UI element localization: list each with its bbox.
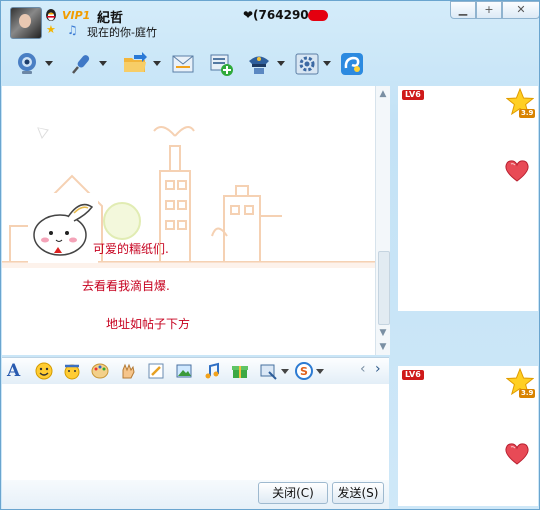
message-history-scrollbar[interactable]: ▲ ▼ ▼ [375, 86, 390, 355]
send-button[interactable]: 发送(S) [332, 482, 384, 504]
doodle-button[interactable] [91, 362, 109, 380]
nudge-button[interactable] [119, 362, 137, 380]
qq-penguin-icon [46, 9, 56, 21]
level-number: 3.9 [519, 389, 536, 398]
mail-icon [172, 55, 194, 73]
chat-message: 地址如帖子下方 [106, 317, 191, 331]
voice-call-button[interactable] [68, 51, 94, 77]
chevron-down-icon[interactable] [277, 61, 285, 66]
video-call-button[interactable] [14, 51, 40, 77]
action-bar: 关闭(C) 发送(S) [2, 480, 389, 509]
chevron-down-icon[interactable] [45, 61, 53, 66]
redaction-mark [308, 10, 328, 21]
chevron-left-icon[interactable]: ‹ [360, 361, 366, 377]
level-badge: LV6 [402, 370, 424, 380]
music-icon [205, 362, 219, 379]
hand-icon [122, 363, 135, 379]
magic-face-icon [64, 364, 80, 380]
main-toolbar [1, 45, 539, 89]
app-plus-icon [210, 54, 233, 76]
pencil-icon [148, 363, 164, 379]
scrollbar-thumb[interactable] [378, 251, 390, 325]
app-button[interactable] [208, 51, 234, 77]
close-button[interactable]: 关闭(C) [258, 482, 328, 504]
police-hat-icon [249, 56, 269, 74]
format-toolbar: A S ‹ › [2, 357, 389, 385]
emoji-button[interactable] [35, 362, 53, 380]
settings-button[interactable] [294, 51, 320, 77]
send-mail-button[interactable] [170, 51, 196, 77]
level-badge: LV6 [402, 90, 424, 100]
vip-badge: VIP1 [62, 9, 91, 22]
heart-icon [505, 443, 529, 465]
webcam-icon [18, 53, 36, 74]
level-number: 3.9 [519, 109, 536, 118]
star-icon: ★ [46, 23, 56, 36]
message-input[interactable] [2, 384, 389, 480]
status-message: 现在的你-庭竹 [87, 26, 157, 39]
heart-icon [505, 160, 529, 182]
write-button[interactable] [147, 362, 165, 380]
chevron-down-icon[interactable] [316, 369, 324, 374]
image-icon [176, 364, 192, 378]
chevron-down-icon[interactable] [323, 61, 331, 66]
coin-icon: S [295, 362, 313, 380]
music-button[interactable] [203, 362, 221, 380]
send-image-button[interactable] [175, 362, 193, 380]
chevron-right-icon[interactable]: › [375, 361, 381, 377]
chevron-down-icon[interactable] [281, 369, 289, 374]
message-history[interactable]: 可爱的糯纸们. 去看看我滴自爆. 地址如帖子下方 [2, 86, 375, 355]
maximize-button[interactable]: + [476, 1, 502, 19]
swirl-icon [341, 53, 363, 75]
svg-text:S: S [300, 365, 308, 378]
more-apps-button[interactable] [339, 51, 365, 77]
close-window-button[interactable]: ✕ [502, 1, 539, 19]
scroll-up-arrow-icon[interactable]: ▲ [377, 88, 389, 100]
minimize-button[interactable]: ▁ [450, 1, 476, 19]
payment-button[interactable]: S [295, 362, 313, 380]
folder-icon [124, 52, 147, 72]
chat-message: 可爱的糯纸们. [93, 242, 169, 256]
scissors-screen-icon [260, 364, 277, 380]
smiley-icon [35, 362, 53, 380]
microphone-icon [72, 55, 90, 74]
font-button[interactable]: A [7, 362, 25, 380]
gear-icon [295, 53, 319, 75]
palette-icon [91, 363, 109, 379]
scroll-down-arrow-icon[interactable]: ▼ [377, 341, 389, 353]
chevron-down-icon[interactable] [99, 61, 107, 66]
send-file-button[interactable] [122, 51, 148, 77]
contact-qq-number: ❤(7642903 [243, 8, 317, 22]
gift-icon [232, 366, 248, 378]
chat-message: 去看看我滴自爆. [82, 279, 170, 293]
my-info-panel: LV6 3.9 [398, 366, 538, 506]
music-note-icon: ♫ [67, 23, 78, 37]
chat-window: VIP1 紀哲 ❤(7642903 ★ ♫ 现在的你-庭竹 ▁ + ✕ 可爱的糯… [0, 0, 540, 510]
chevron-down-icon[interactable] [153, 61, 161, 66]
gift-button[interactable] [231, 362, 249, 380]
remote-assist-button[interactable] [246, 51, 272, 77]
magic-emoji-button[interactable] [63, 362, 81, 380]
contact-info-panel: LV6 3.9 [398, 86, 538, 311]
cute-rabbit-sticker [28, 193, 98, 263]
screenshot-button[interactable] [259, 362, 277, 380]
scroll-down-arrow-icon[interactable]: ▼ [377, 327, 389, 339]
contact-avatar[interactable] [10, 7, 42, 39]
